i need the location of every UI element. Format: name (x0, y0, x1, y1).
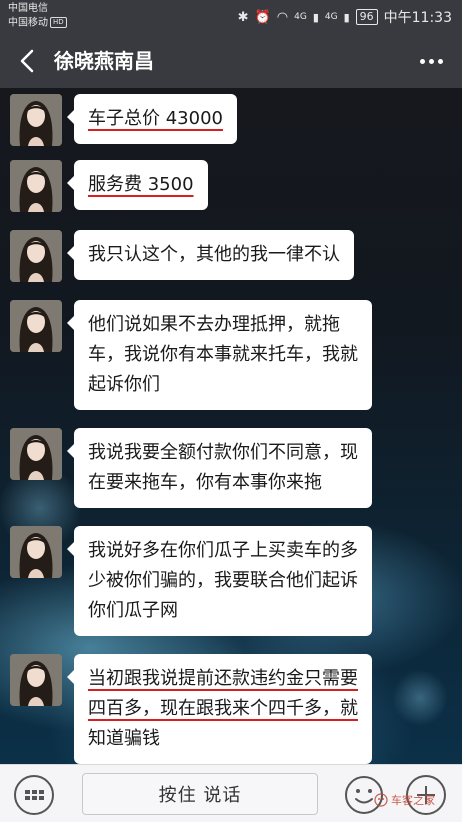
hd-badge: HD (50, 17, 67, 28)
portrait-icon (10, 654, 62, 706)
avatar[interactable] (10, 300, 62, 352)
message-text: 车子总价 43000 (88, 108, 223, 129)
chat-title: 徐晓燕南昌 (54, 49, 154, 73)
portrait-icon (10, 428, 62, 480)
message-text: 服务费 3500 (88, 174, 194, 195)
message-bubble[interactable]: 我说好多在你们瓜子上买卖车的多 少被你们骗的，我要联合他们起诉 你们瓜子网 (67, 526, 372, 636)
back-button[interactable] (10, 43, 46, 79)
portrait-icon (10, 160, 62, 212)
network-2: 4G (324, 12, 338, 22)
watermark-text: 车客之家 (391, 794, 435, 807)
avatar[interactable] (10, 160, 62, 212)
signal-icon: ▮ (312, 10, 319, 24)
message-line: 知道骗钱 (88, 728, 160, 749)
message-bubble[interactable]: 我只认这个，其他的我一律不认 (67, 230, 354, 280)
message-line: 当初跟我说提前还款违约金只需要 (88, 668, 358, 689)
status-bar: 中国电信 中国移动 HD ✱ ⏰ ◠ 4G ▮ 4G ▮ 96 中午11:33 (0, 0, 462, 34)
message-bubble[interactable]: 车子总价 43000 (67, 94, 237, 144)
message-line: 在要来拖车，你有本事你来拖 (88, 472, 322, 493)
more-options-button[interactable] (414, 47, 448, 75)
message-line: 我说好多在你们瓜子上买卖车的多 (88, 540, 358, 561)
clock: 中午11:33 (383, 10, 452, 26)
avatar[interactable] (10, 428, 62, 480)
portrait-icon (10, 300, 62, 352)
chat-title-bar: 徐晓燕南昌 (0, 34, 462, 88)
carrier-1: 中国电信 (8, 3, 48, 14)
avatar[interactable] (10, 526, 62, 578)
avatar[interactable] (10, 230, 62, 282)
hold-to-talk-button[interactable]: 按住 说话 (82, 773, 318, 815)
message-line: 你们瓜子网 (88, 600, 178, 621)
message-line: 他们说如果不去办理抵押，就拖 (88, 314, 340, 335)
chevron-left-icon (20, 49, 34, 73)
message-line: 车，我说你有本事就来托车，我就 (88, 344, 358, 365)
message-line: 少被你们骗的，我要联合他们起诉 (88, 570, 358, 591)
message-line: 起诉你们 (88, 374, 160, 395)
network-1: 4G (294, 12, 307, 22)
message-bubble[interactable]: 服务费 3500 (67, 160, 208, 210)
bluetooth-icon: ✱ (237, 9, 249, 25)
battery-indicator: 96 (355, 9, 378, 25)
avatar[interactable] (10, 94, 62, 146)
carrier-2: 中国移动 HD (8, 17, 67, 30)
keyboard-toggle-button[interactable] (14, 775, 54, 815)
keyboard-icon (24, 790, 44, 800)
chat-area[interactable]: 车子总价 43000 服务费 3500 我只认这个，其他的我一律不认 他们说如果… (0, 88, 462, 764)
watermark: 车客之家 (374, 792, 435, 808)
portrait-icon (10, 94, 62, 146)
wifi-icon: ◠ (276, 9, 289, 25)
message-bubble[interactable]: 我说我要全额付款你们不同意，现 在要来拖车，你有本事你来拖 (67, 428, 372, 508)
portrait-icon (10, 230, 62, 282)
more-dot-icon (428, 58, 434, 64)
message-bubble[interactable]: 当初跟我说提前还款违约金只需要 四百多，现在跟我来个四千多，就 知道骗钱 (67, 654, 372, 764)
more-dot-icon (419, 58, 425, 64)
carrier-2-label: 中国移动 (8, 17, 48, 29)
message-bubble[interactable]: 他们说如果不去办理抵押，就拖 车，我说你有本事就来托车，我就 起诉你们 (67, 300, 372, 410)
avatar[interactable] (10, 654, 62, 706)
status-icons: ✱ ⏰ ◠ 4G ▮ 4G ▮ 96 中午11:33 (238, 6, 452, 28)
signal-icon-2: ▮ (343, 10, 350, 24)
message-line: 四百多，现在跟我来个四千多，就 (88, 698, 358, 719)
more-dot-icon (437, 58, 443, 64)
message-line: 我说我要全额付款你们不同意，现 (88, 442, 358, 463)
portrait-icon (10, 526, 62, 578)
alarm-icon: ⏰ (254, 9, 271, 25)
watermark-logo-icon (374, 793, 388, 807)
message-text: 我只认这个，其他的我一律不认 (88, 244, 340, 265)
